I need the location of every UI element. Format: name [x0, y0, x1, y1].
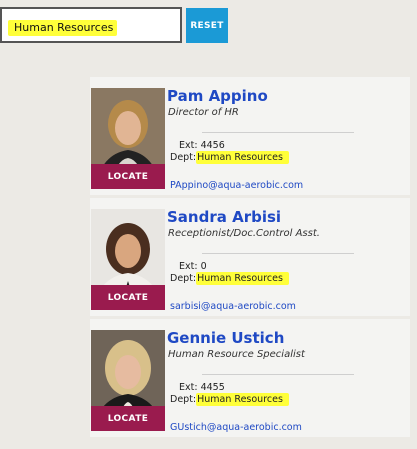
dept-label: Dept:: [170, 152, 197, 163]
employee-name[interactable]: Pam Appino: [167, 87, 268, 105]
ext-value: 4455: [200, 382, 225, 393]
dept-value: Human Resources: [196, 151, 289, 164]
reset-button[interactable]: RESET: [186, 8, 228, 43]
employee-dept: Dept:Human Resources: [170, 151, 289, 164]
locate-button[interactable]: LOCATE: [91, 164, 165, 189]
employee-name[interactable]: Gennie Ustich: [167, 329, 284, 347]
search-input-value: Human Resources: [8, 20, 118, 36]
locate-button[interactable]: LOCATE: [91, 406, 165, 431]
employee-email-link[interactable]: PAppino@aqua-aerobic.com: [170, 180, 303, 191]
employee-title: Human Resource Specialist: [168, 349, 305, 360]
search-input[interactable]: Human Resources: [0, 7, 182, 43]
divider: [202, 253, 354, 254]
employee-title: Receptionist/Doc.Control Asst.: [168, 228, 320, 239]
dept-label: Dept:: [170, 273, 197, 284]
divider: [202, 132, 354, 133]
ext-label: Ext:: [179, 140, 198, 151]
employee-email-link[interactable]: GUstich@aqua-aerobic.com: [170, 422, 302, 433]
ext-value: 0: [200, 261, 207, 272]
divider: [202, 374, 354, 375]
employee-name[interactable]: Sandra Arbisi: [167, 208, 281, 226]
employee-dept: Dept:Human Resources: [170, 272, 289, 285]
employee-card: LOCATE Sandra Arbisi Receptionist/Doc.Co…: [90, 198, 410, 316]
employee-card: LOCATE Gennie Ustich Human Resource Spec…: [90, 319, 410, 437]
employee-ext: Ext: 4456: [179, 140, 225, 151]
ext-value: 4456: [200, 140, 225, 151]
dept-label: Dept:: [170, 394, 197, 405]
ext-label: Ext:: [179, 382, 198, 393]
dept-value: Human Resources: [196, 393, 289, 406]
ext-label: Ext:: [179, 261, 198, 272]
employee-ext: Ext: 4455: [179, 382, 225, 393]
employee-card: LOCATE Pam Appino Director of HR Ext: 44…: [90, 77, 410, 195]
employee-dept: Dept:Human Resources: [170, 393, 289, 406]
employee-email-link[interactable]: sarbisi@aqua-aerobic.com: [170, 301, 296, 312]
employee-title: Director of HR: [168, 107, 239, 118]
locate-button[interactable]: LOCATE: [91, 285, 165, 310]
employee-ext: Ext: 0: [179, 261, 207, 272]
dept-value: Human Resources: [196, 272, 289, 285]
